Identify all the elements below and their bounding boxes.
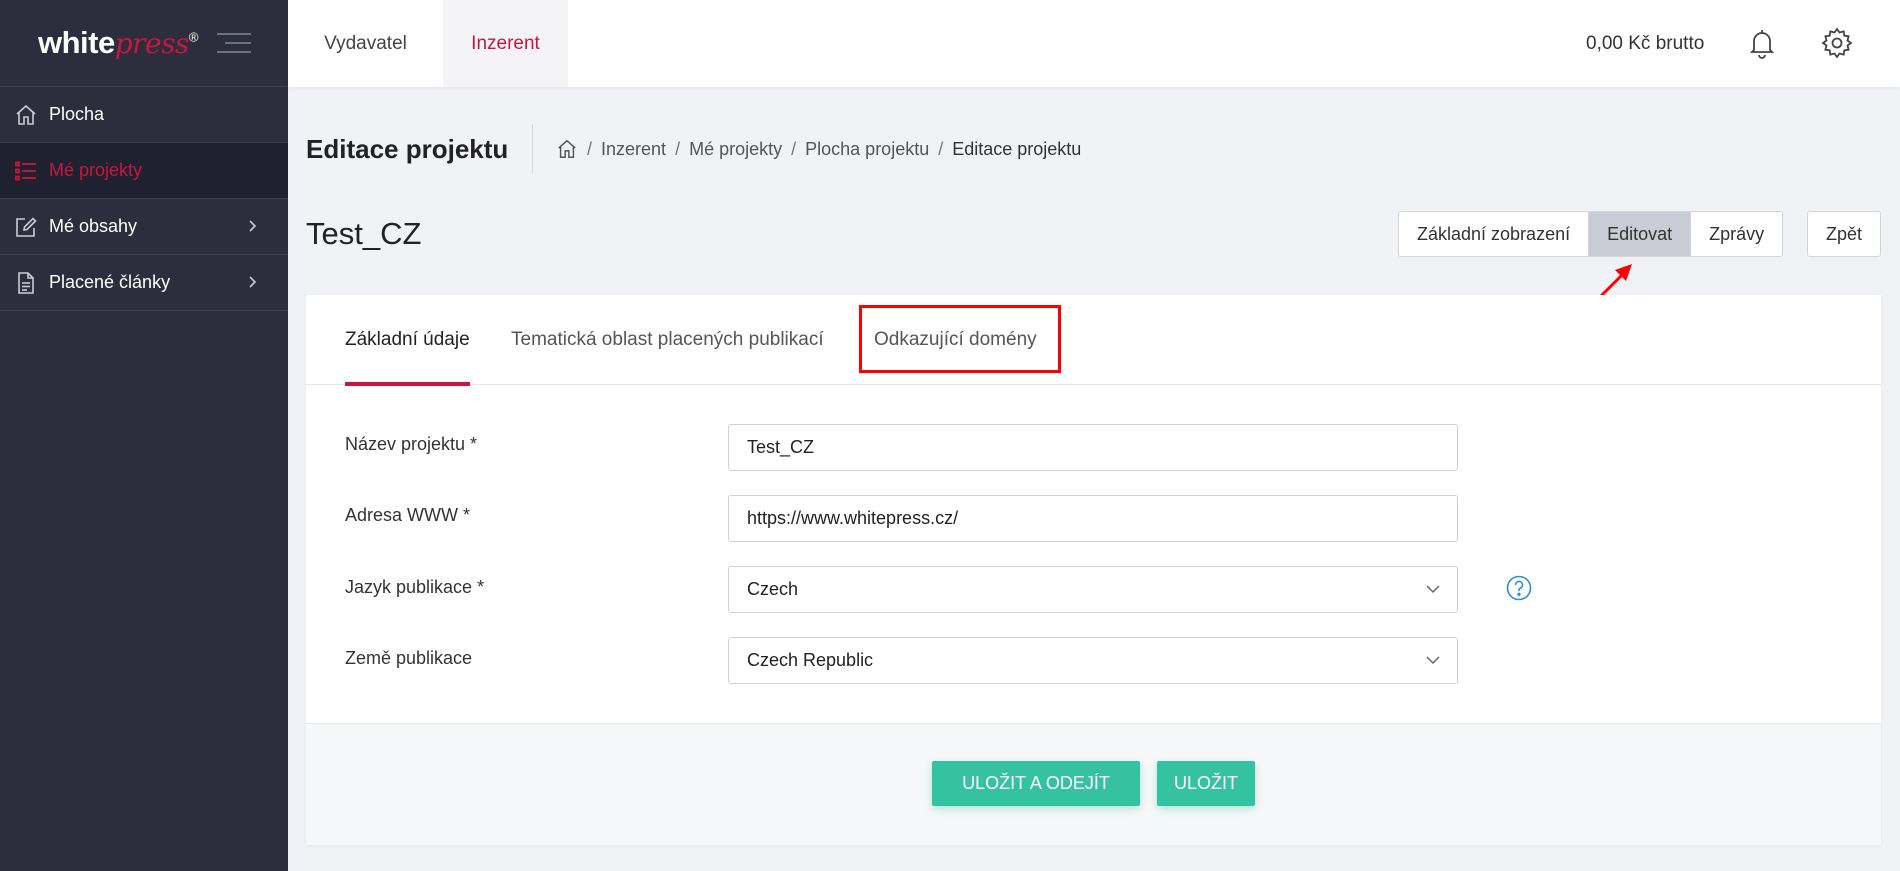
role-tab-inzerent[interactable]: Inzerent xyxy=(443,0,568,87)
bell-icon[interactable] xyxy=(1745,26,1779,60)
sidebar-item-projekty[interactable]: Mé projekty xyxy=(0,143,288,199)
country-select-value: Czech Republic xyxy=(747,650,874,670)
website-label: Adresa WWW * xyxy=(345,505,471,525)
save-button[interactable]: ULOŽIT xyxy=(1157,761,1255,806)
tab-bar: Základní údaje Tematická oblast placenýc… xyxy=(306,295,1881,386)
sidebar-item-label: Mé obsahy xyxy=(49,216,138,236)
project-heading: Test_CZ xyxy=(306,216,422,251)
breadcrumb-separator: / xyxy=(675,138,681,159)
country-label: Země publikace xyxy=(345,648,473,668)
breadcrumb: / Inzerent / Mé projekty / Plocha projek… xyxy=(556,138,1081,160)
menu-toggle-icon[interactable] xyxy=(217,33,251,53)
tab-basic-info[interactable]: Základní údaje xyxy=(345,295,470,386)
logo[interactable]: whitepress® xyxy=(38,25,198,61)
project-name-input[interactable]: Test_CZ xyxy=(728,424,1458,471)
home-icon[interactable] xyxy=(556,138,578,160)
language-select-value: Czech xyxy=(747,579,799,599)
divider xyxy=(532,124,533,174)
breadcrumb-link[interactable]: Plocha projektu xyxy=(805,139,929,160)
reports-button[interactable]: Zprávy xyxy=(1691,212,1782,256)
sidebar-item-obsahy[interactable]: Mé obsahy xyxy=(0,199,288,255)
breadcrumb-link[interactable]: Inzerent xyxy=(601,139,666,160)
breadcrumb-separator: / xyxy=(587,138,593,159)
topbar: Vydavatel Inzerent 0,00 Kč brutto xyxy=(288,0,1900,87)
country-select[interactable]: Czech Republic xyxy=(728,637,1458,684)
sidebar: whitepress® Plocha Mé projekty Mé obsahy… xyxy=(0,0,288,871)
document-icon xyxy=(18,271,34,294)
sidebar-item-label: Plocha xyxy=(49,104,105,124)
help-icon[interactable] xyxy=(1506,575,1532,601)
annotation-highlight-box xyxy=(859,305,1061,373)
language-label: Jazyk publikace * xyxy=(345,577,485,597)
language-select[interactable]: Czech xyxy=(728,566,1458,613)
view-button-group: Základní zobrazení Editovat Zprávy xyxy=(1398,211,1784,257)
breadcrumb-separator: / xyxy=(938,138,944,159)
breadcrumb-separator: / xyxy=(791,138,797,159)
basic-view-button[interactable]: Základní zobrazení xyxy=(1399,212,1590,256)
sidebar-item-label: Mé projekty xyxy=(49,160,143,180)
tab-topic-area[interactable]: Tematická oblast placených publikací xyxy=(511,295,824,385)
page-title: Editace projektu xyxy=(306,134,509,164)
chevron-down-icon xyxy=(1426,656,1440,665)
sidebar-item-label: Placené články xyxy=(49,272,171,292)
chevron-right-icon xyxy=(249,276,257,288)
role-tab-vydavatel[interactable]: Vydavatel xyxy=(288,0,443,87)
project-name-label: Název projektu * xyxy=(345,434,478,454)
edit-button[interactable]: Editovat xyxy=(1589,212,1692,256)
sidebar-item-plocha[interactable]: Plocha xyxy=(0,87,288,143)
website-input[interactable]: https://www.whitepress.cz/ xyxy=(728,495,1458,542)
logo-bar: whitepress® xyxy=(0,0,288,87)
edit-icon xyxy=(16,216,37,237)
list-icon xyxy=(15,161,36,180)
chevron-right-icon xyxy=(249,220,257,232)
account-balance: 0,00 Kč brutto xyxy=(1586,32,1705,54)
save-and-exit-button[interactable]: ULOŽIT A ODEJÍT xyxy=(932,761,1140,806)
home-icon xyxy=(16,104,36,125)
breadcrumb-current: Editace projektu xyxy=(952,138,1082,159)
chevron-down-icon xyxy=(1426,585,1440,594)
breadcrumb-link[interactable]: Mé projekty xyxy=(689,139,782,160)
project-form-card: Základní údaje Tematická oblast placenýc… xyxy=(306,295,1881,845)
back-button[interactable]: Zpět xyxy=(1807,211,1881,257)
sidebar-item-clanky[interactable]: Placené články xyxy=(0,255,288,311)
gear-icon[interactable] xyxy=(1820,26,1854,60)
